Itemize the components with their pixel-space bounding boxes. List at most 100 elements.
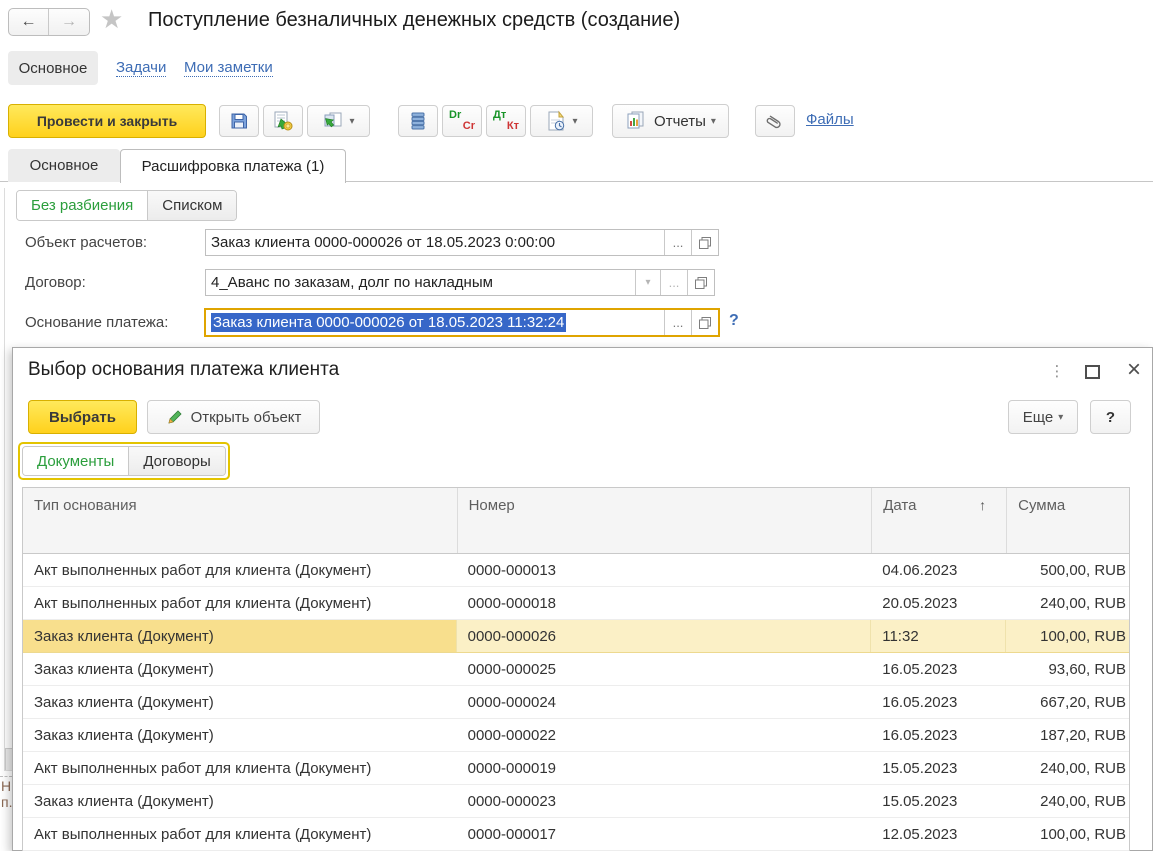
toggle-bez-razbieniya[interactable]: Без разбиения xyxy=(17,191,147,220)
cell-number[interactable]: 0000-000017 xyxy=(457,818,872,850)
cell-date[interactable]: 16.05.2023 xyxy=(871,719,1006,751)
cell-number[interactable]: 0000-000019 xyxy=(457,752,872,784)
background-dashed-line xyxy=(0,776,12,777)
cell-type[interactable]: Акт выполненных работ для клиента (Докум… xyxy=(23,818,457,850)
reports-button[interactable]: Отчеты ▾ xyxy=(612,104,729,138)
cell-date[interactable]: 12.05.2023 xyxy=(871,818,1006,850)
table-row[interactable]: Заказ клиента (Документ) 0000-000025 16.… xyxy=(23,653,1129,686)
cell-number[interactable]: 0000-000025 xyxy=(457,653,872,685)
create-based-on-button[interactable]: ▾ xyxy=(307,105,370,137)
column-header-date[interactable]: Дата ↑ xyxy=(871,488,1006,553)
settlement-object-choose-button[interactable]: ... xyxy=(664,230,691,255)
cell-type[interactable]: Заказ клиента (Документ) xyxy=(23,785,457,817)
table-row[interactable]: Заказ клиента (Документ) 0000-000024 16.… xyxy=(23,686,1129,719)
table-row[interactable]: Акт выполненных работ для клиента (Докум… xyxy=(23,587,1129,620)
table-row[interactable]: Акт выполненных работ для клиента (Докум… xyxy=(23,818,1129,851)
cell-type[interactable]: Заказ клиента (Документ) xyxy=(23,620,457,652)
attachments-button[interactable] xyxy=(755,105,795,137)
save-button[interactable] xyxy=(219,105,259,137)
column-header-number[interactable]: Номер xyxy=(457,488,872,553)
kebab-menu-icon[interactable]: ⋮ xyxy=(1046,360,1068,384)
favorite-star-icon[interactable]: ★ xyxy=(100,4,123,35)
table-row[interactable]: Заказ клиента (Документ) 0000-000023 15.… xyxy=(23,785,1129,818)
cell-sum[interactable]: 240,00, RUB xyxy=(1006,752,1129,784)
cell-date[interactable]: 15.05.2023 xyxy=(871,785,1006,817)
dialog-help-button[interactable]: ? xyxy=(1090,400,1131,434)
payment-basis-input[interactable]: Заказ клиента 0000-000026 от 18.05.2023 … xyxy=(206,310,664,335)
cell-sum[interactable]: 667,20, RUB xyxy=(1006,686,1129,718)
cell-type[interactable]: Заказ клиента (Документ) xyxy=(23,686,457,718)
nav-link-zadachi[interactable]: Задачи xyxy=(116,59,166,77)
table-row[interactable]: Заказ клиента (Документ) 0000-000022 16.… xyxy=(23,719,1129,752)
clipped-label-fragment: п. xyxy=(1,794,12,810)
drcr-button[interactable]: Dr Cr xyxy=(442,105,482,137)
cell-sum[interactable]: 187,20, RUB xyxy=(1006,719,1129,751)
cell-date[interactable]: 16.05.2023 xyxy=(871,686,1006,718)
cell-sum[interactable]: 93,60, RUB xyxy=(1006,653,1129,685)
cell-sum[interactable]: 100,00, RUB xyxy=(1006,818,1129,850)
toggle-spiskom[interactable]: Списком xyxy=(147,191,236,220)
table-row[interactable]: Акт выполненных работ для клиента (Докум… xyxy=(23,554,1129,587)
cell-type[interactable]: Акт выполненных работ для клиента (Докум… xyxy=(23,587,457,619)
cell-date[interactable]: 04.06.2023 xyxy=(871,554,1006,586)
contract-input[interactable]: 4_Аванс по заказам, долг по накладным xyxy=(206,270,635,295)
cell-type[interactable]: Заказ клиента (Документ) xyxy=(23,653,457,685)
cell-number[interactable]: 0000-000018 xyxy=(457,587,872,619)
selected-text: Заказ клиента 0000-000026 от 18.05.2023 … xyxy=(211,313,566,332)
close-icon[interactable]: × xyxy=(1121,356,1147,384)
post-and-close-button[interactable]: Провести и закрыть xyxy=(8,104,206,138)
table-row-selected[interactable]: Заказ клиента (Документ) 0000-000026 11:… xyxy=(23,620,1129,653)
cell-number[interactable]: 0000-000026 xyxy=(457,620,872,652)
cell-number[interactable]: 0000-000022 xyxy=(457,719,872,751)
cell-number[interactable]: 0000-000023 xyxy=(457,785,872,817)
field-help-button[interactable]: ? xyxy=(729,312,739,330)
cell-type[interactable]: Заказ клиента (Документ) xyxy=(23,719,457,751)
payment-basis-open-button[interactable] xyxy=(691,310,718,335)
payment-basis-choose-button[interactable]: ... xyxy=(664,310,691,335)
open-windows-icon xyxy=(698,316,712,330)
forward-button[interactable]: → xyxy=(49,9,89,35)
cell-date[interactable]: 11:32 xyxy=(871,620,1006,652)
register-records-button[interactable] xyxy=(398,105,438,137)
pencil-icon xyxy=(166,409,183,426)
cell-sum[interactable]: 100,00, RUB xyxy=(1006,620,1129,652)
contract-dropdown-button[interactable]: ▾ xyxy=(635,270,660,295)
form-tab-osnovnoe[interactable]: Основное xyxy=(8,149,120,182)
tab-dokumenty[interactable]: Документы xyxy=(23,447,128,475)
page-title: Поступление безналичных денежных средств… xyxy=(148,9,680,32)
cell-number[interactable]: 0000-000013 xyxy=(457,554,872,586)
cell-sum[interactable]: 500,00, RUB xyxy=(1006,554,1129,586)
post-document-button[interactable] xyxy=(263,105,303,137)
nav-link-moi-zametki[interactable]: Мои заметки xyxy=(184,59,273,77)
cell-number[interactable]: 0000-000024 xyxy=(457,686,872,718)
cell-date[interactable]: 16.05.2023 xyxy=(871,653,1006,685)
column-header-type[interactable]: Тип основания xyxy=(23,488,457,553)
cell-date[interactable]: 15.05.2023 xyxy=(871,752,1006,784)
settlement-object-input[interactable]: Заказ клиента 0000-000026 от 18.05.2023 … xyxy=(206,230,664,255)
form-tab-rasshifrovka[interactable]: Расшифровка платежа (1) xyxy=(120,149,346,183)
back-button[interactable]: ← xyxy=(9,9,49,35)
nav-tab-osnovnoe[interactable]: Основное xyxy=(8,51,98,85)
cell-type[interactable]: Акт выполненных работ для клиента (Докум… xyxy=(23,554,457,586)
settlement-object-open-button[interactable] xyxy=(691,230,718,255)
maximize-icon[interactable] xyxy=(1085,365,1100,379)
dtkt-button[interactable]: Дт Кт xyxy=(486,105,526,137)
dialog-title: Выбор основания платежа клиента xyxy=(28,359,339,381)
column-header-sum[interactable]: Сумма xyxy=(1006,488,1129,553)
cell-date[interactable]: 20.05.2023 xyxy=(871,587,1006,619)
register-stack-icon xyxy=(409,111,427,131)
select-button[interactable]: Выбрать xyxy=(28,400,137,434)
open-object-button[interactable]: Открыть объект xyxy=(147,400,320,434)
contract-open-button[interactable] xyxy=(687,270,714,295)
cell-sum[interactable]: 240,00, RUB xyxy=(1006,587,1129,619)
payment-basis-field: Заказ клиента 0000-000026 от 18.05.2023 … xyxy=(204,308,720,337)
more-button[interactable]: Еще ▾ xyxy=(1008,400,1078,434)
table-row[interactable]: Акт выполненных работ для клиента (Докум… xyxy=(23,752,1129,785)
cell-sum[interactable]: 240,00, RUB xyxy=(1006,785,1129,817)
forward-arrow-icon: → xyxy=(61,13,77,31)
document-log-button[interactable]: ▾ xyxy=(530,105,593,137)
contract-choose-button[interactable]: ... xyxy=(660,270,687,295)
files-link[interactable]: Файлы xyxy=(806,111,854,128)
cell-type[interactable]: Акт выполненных работ для клиента (Докум… xyxy=(23,752,457,784)
tab-dogovory[interactable]: Договоры xyxy=(128,447,224,475)
